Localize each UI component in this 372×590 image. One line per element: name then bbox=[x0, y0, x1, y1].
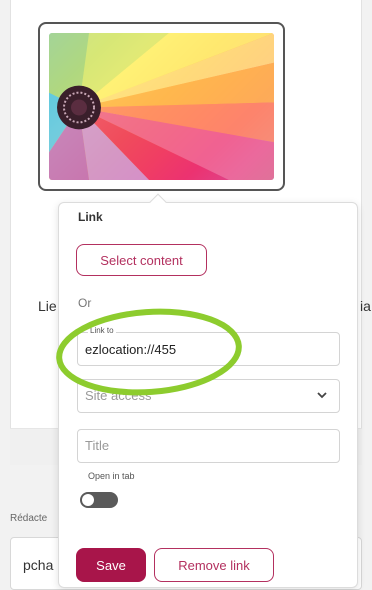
editor-input-value: pcha bbox=[23, 557, 54, 573]
popover-title: Link bbox=[78, 210, 103, 224]
save-button[interactable]: Save bbox=[76, 548, 146, 582]
select-content-button[interactable]: Select content bbox=[76, 244, 207, 276]
chevron-down-icon[interactable] bbox=[317, 391, 327, 399]
title-input[interactable] bbox=[77, 429, 340, 463]
background-label-right: ia bbox=[360, 298, 371, 314]
highlight-annotation bbox=[56, 308, 242, 396]
toggle-knob bbox=[82, 494, 94, 506]
title-placeholder: Title bbox=[85, 438, 110, 453]
image-preview bbox=[49, 33, 274, 180]
image-thumbnail[interactable] bbox=[38, 22, 285, 191]
remove-link-button[interactable]: Remove link bbox=[154, 548, 274, 582]
open-in-tab-toggle[interactable] bbox=[80, 492, 118, 508]
open-in-tab-label: Open in tab bbox=[88, 471, 135, 481]
editor-field-label: Rédacte bbox=[10, 513, 48, 524]
